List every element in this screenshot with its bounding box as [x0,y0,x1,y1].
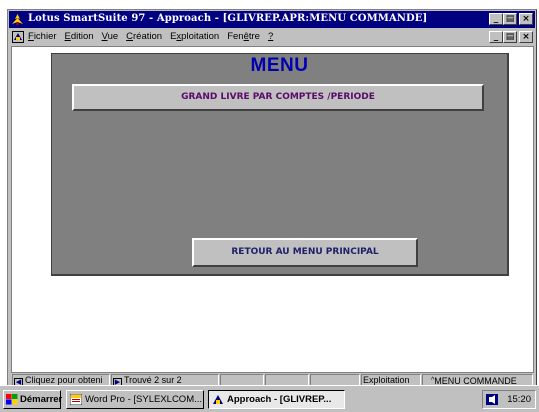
windows-logo-icon [6,394,18,405]
status-hint-text: Cliquez pour obteni [25,375,103,385]
task-word-pro[interactable]: Word Pro - [SYLEXLCOM... [66,390,204,409]
status-found-text: Trouvé 2 sur 2 [124,375,182,385]
lotus-app-icon [11,13,24,26]
speaker-tray-icon[interactable] [486,394,498,405]
window-controls: _ ▤ × [489,13,533,25]
task-approach-label: Approach - [GLIVREP... [227,394,332,405]
menu-help[interactable]: ? [268,31,273,42]
start-button[interactable]: Démarrer [3,390,63,409]
approach-icon [213,395,223,404]
screen: Lotus SmartSuite 97 - Approach - [GLIVRE… [0,0,539,412]
menu-fichier[interactable]: Fichier [28,31,57,42]
doc-restore-button[interactable]: ▤ [503,31,517,43]
doc-minimize-button[interactable]: _ [489,31,503,43]
window-title: Lotus SmartSuite 97 - Approach - [GLIVRE… [28,13,427,24]
approach-document-icon[interactable] [12,31,24,43]
task-approach[interactable]: Approach - [GLIVREP... [208,390,345,409]
menu-exploitation[interactable]: Exploitation [170,31,219,42]
system-tray: 15:20 [482,390,536,409]
doc-close-button[interactable]: × [519,31,533,43]
document-title: - Approach - [GLIVREP.APR:MENU COMMANDE] [145,13,428,24]
menu-creation[interactable]: Création [126,31,162,42]
word-pro-icon [70,394,82,405]
minimize-button[interactable]: _ [489,13,503,25]
retour-menu-principal-button[interactable]: RETOUR AU MENU PRINCIPAL [192,238,418,267]
start-label: Démarrer [20,394,63,405]
document-area: MENU GRAND LIVRE PAR COMPTES /PERIODE RE… [11,46,534,373]
menu-fenetre[interactable]: Fenêtre [227,31,260,42]
menu-edition[interactable]: Edition [65,31,94,42]
menu-bar: Fichier Edition Vue Création Exploitatio… [9,29,535,45]
document-window-controls: _ ▤ × [489,31,533,43]
form-title: MENU [250,55,309,76]
grand-livre-button[interactable]: GRAND LIVRE PAR COMPTES /PERIODE [72,84,484,111]
restore-button[interactable]: ▤ [503,13,517,25]
clock[interactable]: 15:20 [507,394,531,405]
app-name: Lotus SmartSuite 97 [28,13,146,24]
approach-window: Lotus SmartSuite 97 - Approach - [GLIVRE… [7,9,537,399]
task-word-pro-label: Word Pro - [SYLEXLCOM... [85,394,203,405]
close-button[interactable]: × [519,13,533,25]
menu-form: MENU GRAND LIVRE PAR COMPTES /PERIODE RE… [51,53,509,276]
taskbar: Démarrer Word Pro - [SYLEXLCOM... Approa… [0,385,539,412]
menu-vue[interactable]: Vue [102,31,119,42]
title-bar[interactable]: Lotus SmartSuite 97 - Approach - [GLIVRE… [9,11,535,28]
